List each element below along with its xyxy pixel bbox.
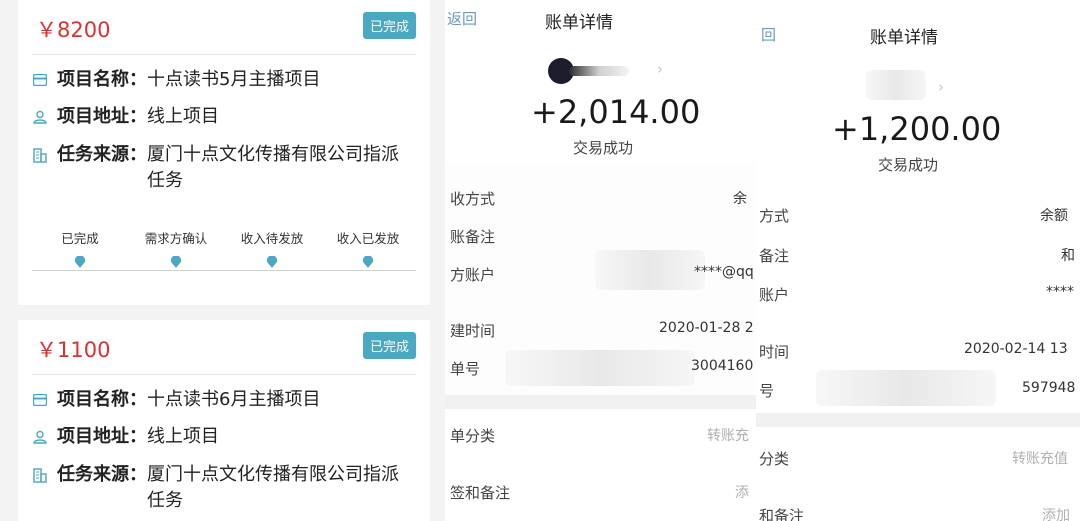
row-label: 收方式 bbox=[450, 190, 496, 208]
task-card[interactable]: ￥1100 已完成 项目名称： 十点读书6月主播项目 项目地址： 线上项目 任务… bbox=[18, 320, 430, 521]
step-item: 收入待发放 bbox=[222, 228, 322, 268]
bill-detail-panel: 返回 账单详情 › +2,014.00 交易成功 收方式 余 账备注 方账户 *… bbox=[445, 0, 756, 521]
row-value[interactable]: 添加 bbox=[1042, 505, 1070, 521]
project-name-label: 项目名称： bbox=[57, 389, 147, 410]
project-name-row: 项目名称： 十点读书5月主播项目 bbox=[33, 67, 413, 93]
task-card[interactable]: ￥8200 已完成 项目名称： 十点读书5月主播项目 项目地址： 线上项目 任务… bbox=[18, 0, 430, 305]
page-title: 账单详情 bbox=[870, 28, 938, 48]
status-badge: 已完成 bbox=[362, 332, 416, 359]
project-address-value: 线上项目 bbox=[147, 106, 219, 127]
row-value: 余额 bbox=[1040, 208, 1068, 224]
task-source-value: 厦门十点文化传播有限公司指派任务 bbox=[147, 464, 399, 511]
building-icon bbox=[33, 462, 49, 488]
back-button[interactable]: 返回 bbox=[447, 8, 477, 29]
task-list-panel: ￥8200 已完成 项目名称： 十点读书5月主播项目 项目地址： 线上项目 任务… bbox=[0, 0, 445, 521]
chevron-right-icon[interactable]: › bbox=[657, 60, 663, 78]
screenshot-collage: ￥8200 已完成 项目名称： 十点读书5月主播项目 项目地址： 线上项目 任务… bbox=[0, 0, 1080, 521]
row-value: 余 bbox=[733, 191, 747, 207]
row-value: 597948 bbox=[1022, 380, 1076, 396]
project-name-value: 十点读书5月主播项目 bbox=[147, 69, 321, 90]
bill-amount: +2,014.00 bbox=[531, 93, 701, 131]
location-pin-icon bbox=[267, 256, 277, 268]
person-icon bbox=[33, 424, 49, 450]
task-source-label: 任务来源： bbox=[57, 144, 147, 165]
location-pin-icon bbox=[75, 256, 85, 268]
row-label: 账户 bbox=[759, 286, 790, 304]
row-label: 方式 bbox=[759, 207, 790, 225]
back-button[interactable]: 回 bbox=[761, 24, 776, 45]
step-item: 已完成 bbox=[30, 228, 130, 268]
location-pin-icon bbox=[363, 256, 373, 268]
row-label: 方账户 bbox=[450, 266, 496, 284]
redacted-area bbox=[595, 250, 705, 290]
step-label: 收入已发放 bbox=[336, 231, 400, 246]
row-label: 和备注 bbox=[759, 507, 805, 521]
section-divider bbox=[756, 413, 1080, 427]
row-value: 2020-01-28 2 bbox=[659, 320, 754, 336]
row-label: 备注 bbox=[759, 247, 790, 265]
task-source-label: 任务来源： bbox=[57, 464, 147, 485]
redacted-name bbox=[866, 70, 926, 100]
step-label: 需求方确认 bbox=[144, 231, 208, 246]
project-address-label: 项目地址： bbox=[57, 106, 147, 127]
step-item: 收入已发放 bbox=[318, 228, 418, 268]
project-address-label: 项目地址： bbox=[57, 426, 147, 447]
divider bbox=[32, 54, 416, 55]
row-value: 2020-02-14 13 bbox=[964, 341, 1068, 357]
step-item: 需求方确认 bbox=[126, 228, 226, 268]
chevron-right-icon[interactable]: › bbox=[938, 78, 944, 96]
bill-amount: +1,200.00 bbox=[832, 110, 1002, 148]
row-value[interactable]: 转账充 bbox=[707, 425, 749, 445]
progress-steps: 已完成 需求方确认 收入待发放 收入已发放 bbox=[30, 228, 418, 271]
location-pin-icon bbox=[171, 256, 181, 268]
project-name-row: 项目名称： 十点读书6月主播项目 bbox=[33, 387, 413, 413]
redacted-area bbox=[505, 350, 695, 386]
building-icon bbox=[33, 142, 49, 168]
step-label: 收入待发放 bbox=[240, 231, 304, 246]
row-value[interactable]: 转账充值 bbox=[1012, 448, 1068, 468]
bill-status: 交易成功 bbox=[878, 156, 939, 174]
bill-detail-panel: 回 账单详情 › +1,200.00 交易成功 方式 余额 备注 和 账户 **… bbox=[756, 0, 1080, 521]
card-icon bbox=[33, 67, 49, 93]
project-name-label: 项目名称： bbox=[57, 69, 147, 90]
task-source-row: 任务来源： 厦门十点文化传播有限公司指派任务 bbox=[33, 462, 413, 514]
bill-status: 交易成功 bbox=[573, 139, 634, 157]
task-source-value: 厦门十点文化传播有限公司指派任务 bbox=[147, 144, 399, 191]
row-label: 分类 bbox=[759, 450, 790, 468]
row-value: ****@qq bbox=[694, 264, 754, 280]
task-price: ￥1100 bbox=[36, 338, 111, 362]
row-label: 签和备注 bbox=[450, 484, 511, 502]
step-label: 已完成 bbox=[61, 231, 99, 246]
divider bbox=[32, 374, 416, 375]
card-icon bbox=[33, 387, 49, 413]
row-label: 建时间 bbox=[450, 322, 496, 340]
project-address-row: 项目地址： 线上项目 bbox=[33, 424, 413, 450]
page-title: 账单详情 bbox=[545, 13, 613, 33]
status-badge: 已完成 bbox=[362, 12, 416, 39]
row-label: 单号 bbox=[450, 360, 481, 378]
progress-line bbox=[32, 270, 416, 271]
row-label: 账备注 bbox=[450, 228, 496, 246]
row-label: 单分类 bbox=[450, 427, 496, 445]
row-label: 时间 bbox=[759, 343, 790, 361]
task-source-row: 任务来源： 厦门十点文化传播有限公司指派任务 bbox=[33, 142, 413, 194]
task-price: ￥8200 bbox=[36, 18, 111, 42]
redacted-name bbox=[569, 66, 629, 76]
section-divider bbox=[445, 395, 756, 409]
row-value[interactable]: 添 bbox=[735, 482, 749, 502]
project-name-value: 十点读书6月主播项目 bbox=[147, 389, 321, 410]
project-address-row: 项目地址： 线上项目 bbox=[33, 104, 413, 130]
row-label: 号 bbox=[759, 382, 775, 400]
project-address-value: 线上项目 bbox=[147, 426, 219, 447]
redacted-area bbox=[816, 370, 996, 406]
row-value: 3004160 bbox=[691, 358, 754, 374]
row-value: 和 bbox=[1061, 248, 1075, 264]
person-icon bbox=[33, 104, 49, 130]
row-value: **** bbox=[1046, 284, 1074, 300]
